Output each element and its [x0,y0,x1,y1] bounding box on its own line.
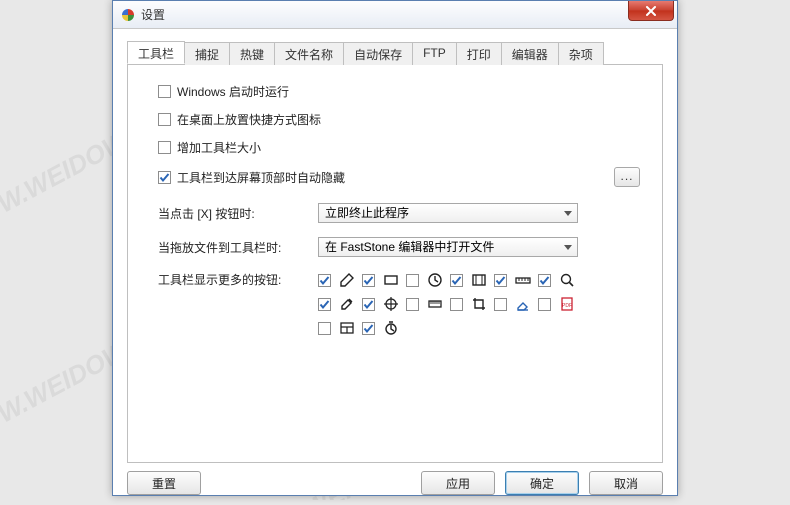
checkbox-desktop-shortcut[interactable] [158,113,171,126]
tab-7[interactable]: 编辑器 [502,42,559,65]
apply-button[interactable]: 应用 [421,471,495,495]
tab-4[interactable]: 自动保存 [344,42,413,65]
checkbox-clock[interactable] [406,274,419,287]
crosshair-icon [381,295,401,313]
client-area: 工具栏捕捉热键文件名称自动保存FTP打印编辑器杂项 Windows 启动时运行 … [113,29,677,505]
label-larger-toolbar[interactable]: 增加工具栏大小 [177,139,261,156]
tab-5[interactable]: FTP [413,42,457,65]
checkbox-auto-hide[interactable] [158,171,171,184]
checkbox-ruler[interactable] [406,298,419,311]
ruler-icon [425,295,445,313]
cancel-button[interactable]: 取消 [589,471,663,495]
tab-strip: 工具栏捕捉热键文件名称自动保存FTP打印编辑器杂项 [127,41,663,65]
ok-button[interactable]: 确定 [505,471,579,495]
icon-option-layout [318,319,358,337]
pdf-icon: PDF [557,295,577,313]
eraser-icon [513,295,533,313]
film-icon [469,271,489,289]
button-bar: 重置 应用 确定 取消 [127,471,663,495]
checkbox-eraser[interactable] [494,298,507,311]
app-icon [121,8,135,22]
icon-option-ruler [406,295,446,313]
icon-option-eraser [494,295,534,313]
tab-8[interactable]: 杂项 [559,42,604,65]
label-run-on-startup[interactable]: Windows 启动时运行 [177,83,289,100]
titlebar: 设置 [113,1,677,29]
icon-option-timer [362,319,402,337]
layout-icon [337,319,357,337]
icon-option-draw [318,271,358,289]
rectangle-icon [381,271,401,289]
eyedropper-icon [337,295,357,313]
checkbox-magnify[interactable] [538,274,551,287]
icon-option-clock [406,271,446,289]
tab-6[interactable]: 打印 [457,42,502,65]
magnify-icon [557,271,577,289]
ruler-h-icon [513,271,533,289]
dropdown-click-x-value: 立即终止此程序 [325,206,409,220]
checkbox-eyedropper[interactable] [318,298,331,311]
svg-text:PDF: PDF [562,303,572,309]
reset-button[interactable]: 重置 [127,471,201,495]
tab-3[interactable]: 文件名称 [275,42,344,65]
checkbox-run-on-startup[interactable] [158,85,171,98]
window-title: 设置 [141,6,165,23]
label-desktop-shortcut[interactable]: 在桌面上放置快捷方式图标 [177,111,321,128]
icon-option-ruler-h [494,271,534,289]
tab-0[interactable]: 工具栏 [127,41,185,64]
icon-option-magnify [538,271,578,289]
timer-icon [381,319,401,337]
checkbox-larger-toolbar[interactable] [158,141,171,154]
dropdown-drag-file[interactable]: 在 FastStone 编辑器中打开文件 [318,237,578,257]
checkbox-film[interactable] [450,274,463,287]
close-button[interactable] [628,1,674,21]
checkbox-pdf[interactable] [538,298,551,311]
checkbox-crop[interactable] [450,298,463,311]
dropdown-click-x[interactable]: 立即终止此程序 [318,203,578,223]
tab-2[interactable]: 热键 [230,42,275,65]
dropdown-drag-file-value: 在 FastStone 编辑器中打开文件 [325,240,494,254]
crop-icon [469,295,489,313]
icon-option-eyedropper [318,295,358,313]
toolbar-icon-grid: PDF [318,271,588,337]
label-auto-hide[interactable]: 工具栏到达屏幕顶部时自动隐藏 [177,169,345,186]
tab-1[interactable]: 捕捉 [185,42,230,65]
settings-window: 设置 工具栏捕捉热键文件名称自动保存FTP打印编辑器杂项 Windows 启动时… [112,0,678,496]
icon-option-pdf: PDF [538,295,578,313]
icon-option-crosshair [362,295,402,313]
checkbox-layout[interactable] [318,322,331,335]
checkbox-draw[interactable] [318,274,331,287]
icon-option-crop [450,295,490,313]
label-more-buttons: 工具栏显示更多的按钮: [158,271,318,288]
checkbox-ruler-h[interactable] [494,274,507,287]
icon-option-rectangle [362,271,402,289]
draw-icon [337,271,357,289]
checkbox-timer[interactable] [362,322,375,335]
clock-icon [425,271,445,289]
label-drag-file: 当拖放文件到工具栏时: [158,239,318,256]
auto-hide-options-button[interactable]: ... [614,167,640,187]
label-click-x: 当点击 [X] 按钮时: [158,205,318,222]
checkbox-rectangle[interactable] [362,274,375,287]
tab-panel-toolbar: Windows 启动时运行 在桌面上放置快捷方式图标 增加工具栏大小 工具栏到达… [127,65,663,463]
checkbox-crosshair[interactable] [362,298,375,311]
icon-option-film [450,271,490,289]
